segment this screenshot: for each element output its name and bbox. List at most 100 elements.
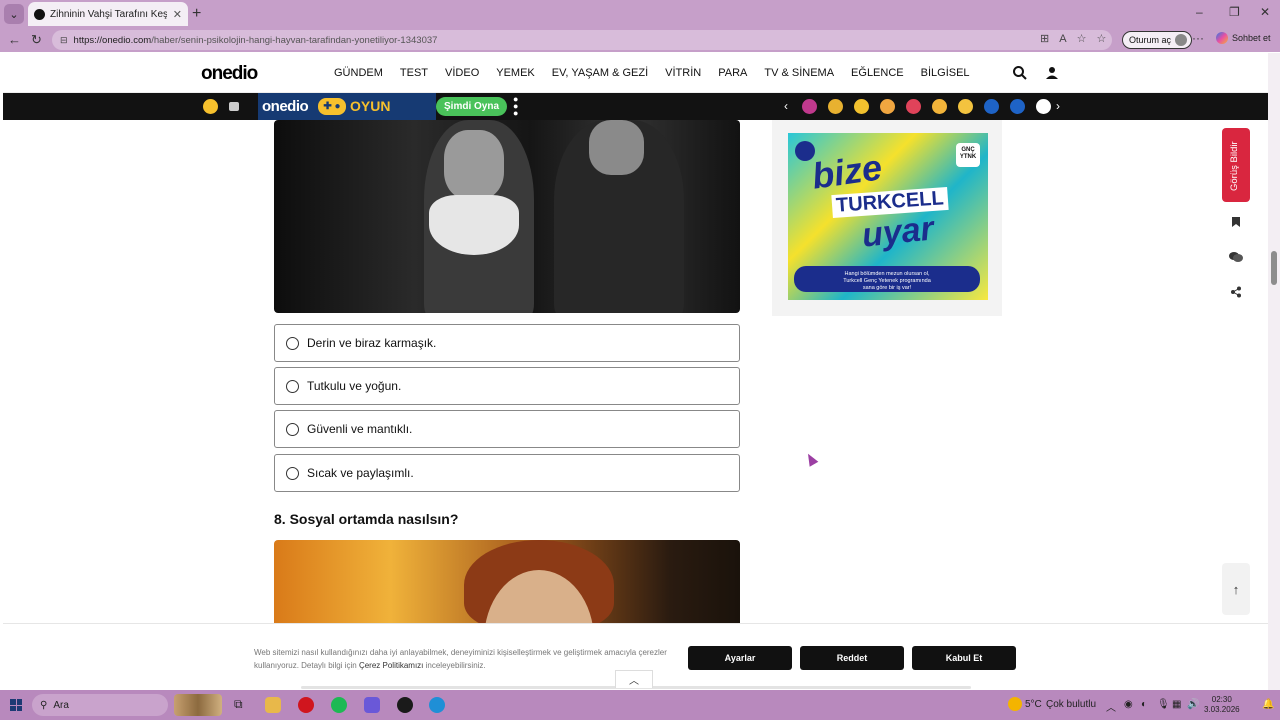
restore-window-button[interactable]: ❐	[1229, 5, 1240, 19]
advertisement[interactable]: GNÇ YTNK bize TURKCELL uyar Hangi bölümd…	[772, 120, 1002, 316]
games-next-arrow-icon[interactable]: ›	[1056, 99, 1060, 113]
feedback-button[interactable]: Görüş Bildir	[1222, 128, 1250, 202]
search-icon: ⚲	[40, 699, 48, 711]
opera-icon[interactable]	[298, 697, 314, 713]
comments-button[interactable]	[1222, 243, 1250, 271]
answer-label: Güvenli ve mantıklı.	[307, 422, 413, 436]
spotify-icon[interactable]	[331, 697, 347, 713]
chevron-up-icon[interactable]: ︿	[615, 670, 653, 688]
cookie-accept-button[interactable]: Kabul Et	[912, 646, 1016, 670]
game-shortcut-icon[interactable]	[906, 99, 921, 114]
new-tab-button[interactable]: +	[192, 5, 201, 23]
app-available-icon[interactable]: ⊞	[1040, 33, 1059, 45]
read-aloud-icon[interactable]: A	[1059, 33, 1076, 45]
answer-option[interactable]: Derin ve biraz karmaşık.	[274, 324, 740, 362]
tray-app-icon[interactable]: ◐	[1141, 699, 1147, 710]
nav-item[interactable]: VİTRİN	[665, 67, 701, 79]
weather-description[interactable]: Çok bulutlu	[1046, 699, 1096, 710]
browser-tab-strip: ⌄ Zihninin Vahşi Tarafını Keşfet! - On ✕…	[0, 0, 1280, 28]
game-shortcut-icon[interactable]	[828, 99, 843, 114]
nav-item[interactable]: TV & SİNEMA	[764, 67, 834, 79]
game-shortcut-icon[interactable]	[802, 99, 817, 114]
radio-button[interactable]	[286, 379, 299, 393]
onedio-favicon-icon	[34, 8, 45, 20]
cookie-reject-button[interactable]: Reddet	[800, 646, 904, 670]
tray-app-icon[interactable]: ◉	[1124, 699, 1133, 710]
favorites-icon[interactable]: ☆	[1096, 33, 1116, 45]
nav-item[interactable]: BİLGİSEL	[921, 67, 970, 79]
volume-icon[interactable]: 🔊	[1187, 699, 1199, 710]
close-tab-icon[interactable]: ✕	[173, 8, 182, 21]
game-shortcut-icon[interactable]	[932, 99, 947, 114]
nav-item[interactable]: EV, YAŞAM & GEZİ	[552, 67, 648, 79]
site-logo[interactable]: onedio	[201, 63, 258, 85]
tab-actions-menu-button[interactable]: ⌄	[4, 4, 24, 24]
system-clock[interactable]: 02:30 3.03.2026	[1204, 695, 1240, 715]
close-window-button[interactable]: ✕	[1260, 5, 1270, 19]
browser-tab-active[interactable]: Zihninin Vahşi Tarafını Keşfet! - On ✕	[28, 2, 188, 26]
play-now-button[interactable]: Şimdi Oyna	[436, 97, 508, 116]
game-shortcut-icon[interactable]	[1036, 99, 1051, 114]
microphone-icon[interactable]: 🎙	[1157, 699, 1170, 710]
site-info-icon[interactable]: ⊟	[60, 35, 68, 46]
refresh-button[interactable]: ↻	[31, 32, 42, 48]
file-explorer-icon[interactable]	[265, 697, 281, 713]
share-button[interactable]	[1222, 278, 1250, 306]
minimize-window-button[interactable]: –	[1196, 5, 1203, 19]
answer-option[interactable]: Sıcak ve paylaşımlı.	[274, 454, 740, 492]
search-highlight-image[interactable]	[174, 694, 222, 716]
radio-button[interactable]	[286, 336, 299, 350]
nav-item[interactable]: EĞLENCE	[851, 67, 904, 79]
site-header: onedio GÜNDEM TEST VİDEO YEMEK EV, YAŞAM & G…	[3, 53, 1268, 93]
browser-menu-button[interactable]: ···	[1192, 31, 1204, 45]
obs-icon[interactable]	[397, 697, 413, 713]
ad-headline-1: bize	[809, 146, 885, 197]
tray-overflow-icon[interactable]: ︿	[1106, 699, 1116, 714]
answer-option[interactable]: Güvenli ve mantıklı.	[274, 410, 740, 448]
copilot-icon	[1216, 32, 1228, 44]
weather-temperature[interactable]: 5°C	[1025, 699, 1042, 710]
gamepad-small-icon[interactable]	[229, 102, 239, 111]
oyun-logo: onedio	[262, 98, 309, 115]
cookie-settings-button[interactable]: Ayarlar	[688, 646, 792, 670]
game-shortcut-icon[interactable]	[958, 99, 973, 114]
games-grid-icon[interactable]	[203, 99, 218, 114]
nav-item[interactable]: GÜNDEM	[334, 67, 383, 79]
signin-button[interactable]: Oturum aç	[1122, 31, 1193, 49]
page-scrollbar[interactable]	[1268, 53, 1280, 690]
nav-item[interactable]: TEST	[400, 67, 428, 79]
cookie-banner: Web sitemizi nasıl kullandığınızı daha i…	[3, 623, 1268, 690]
games-prev-arrow-icon[interactable]: ‹	[784, 99, 788, 113]
back-button[interactable]: ←	[8, 32, 21, 47]
edge-icon[interactable]	[429, 697, 445, 713]
nav-item[interactable]: PARA	[718, 67, 747, 79]
game-shortcut-icon[interactable]	[880, 99, 895, 114]
game-shortcut-icon[interactable]	[854, 99, 869, 114]
taskbar-search[interactable]: ⚲ Ara	[32, 694, 168, 716]
copilot-button[interactable]: Sohbet et	[1216, 32, 1271, 44]
game-shortcut-icon[interactable]	[1010, 99, 1025, 114]
nav-item[interactable]: VİDEO	[445, 67, 479, 79]
answer-option[interactable]: Tutkulu ve yoğun.	[274, 367, 740, 405]
onedio-oyun-banner[interactable]: onedio ✚ ● OYUN	[258, 93, 436, 120]
bookmark-button[interactable]	[1222, 208, 1250, 236]
game-shortcut-icon[interactable]	[984, 99, 999, 114]
turkcell-ad-image[interactable]: GNÇ YTNK bize TURKCELL uyar Hangi bölümd…	[788, 133, 988, 300]
radio-button[interactable]	[286, 466, 299, 480]
cookie-policy-link[interactable]: Çerez Politikamızı	[359, 661, 423, 670]
favorite-star-icon[interactable]: ☆	[1077, 33, 1097, 45]
more-games-icon[interactable]: ● ● ●	[513, 95, 518, 118]
windows-start-icon[interactable]	[10, 699, 22, 711]
radio-button[interactable]	[286, 422, 299, 436]
network-icon[interactable]: ▦	[1172, 699, 1181, 710]
url-domain: https://onedio.com	[73, 34, 152, 46]
notifications-icon[interactable]: 🔔	[1262, 699, 1274, 710]
search-icon[interactable]	[1012, 65, 1028, 81]
nav-item[interactable]: YEMEK	[496, 67, 535, 79]
address-bar[interactable]: ⊟ https://onedio.com/haber/senin-psikolo…	[52, 30, 1112, 50]
user-icon[interactable]	[1044, 65, 1060, 81]
discord-icon[interactable]	[364, 697, 380, 713]
scroll-to-top-button[interactable]: ↑	[1222, 563, 1250, 615]
scrollbar-thumb[interactable]	[1271, 251, 1277, 285]
task-view-icon[interactable]: ⧉	[234, 697, 243, 712]
